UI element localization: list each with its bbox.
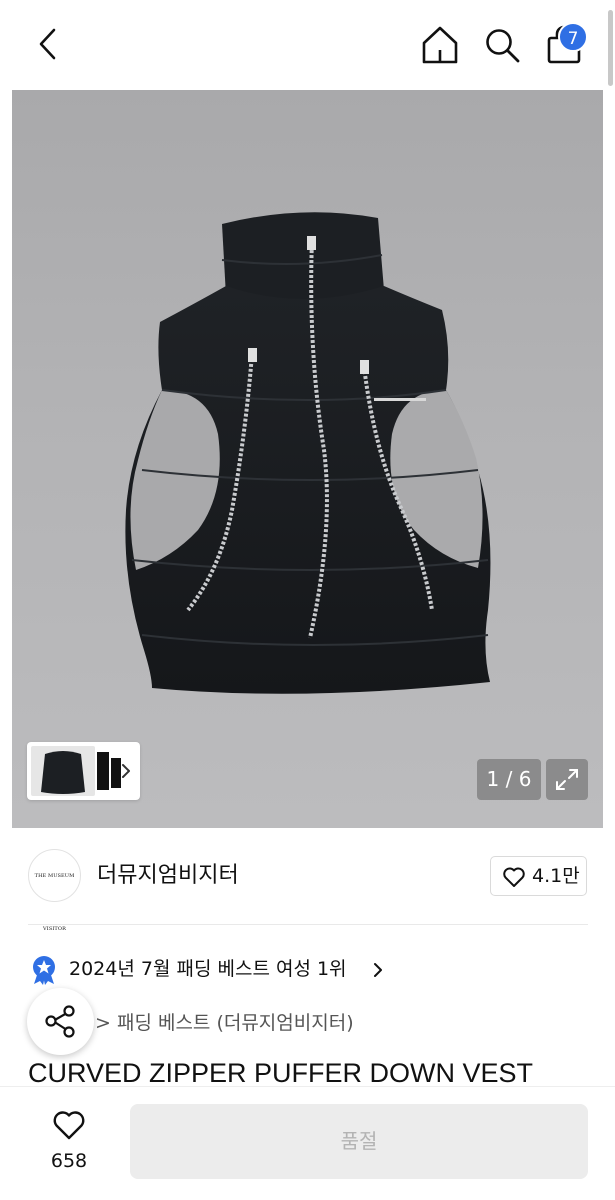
chevron-right-icon[interactable] — [372, 962, 384, 978]
image-counter: 1 / 6 — [477, 759, 541, 800]
heart-icon — [53, 1111, 85, 1140]
divider — [28, 924, 588, 925]
home-icon — [422, 26, 458, 64]
soldout-button[interactable]: 품절 — [130, 1104, 588, 1179]
chevron-right-icon[interactable] — [118, 760, 134, 782]
product-like-count: 658 — [50, 1150, 88, 1172]
product-like-button[interactable]: 658 — [43, 1107, 95, 1177]
search-button[interactable] — [483, 26, 521, 64]
scrollbar[interactable] — [608, 10, 613, 86]
share-button[interactable] — [27, 988, 94, 1055]
brand-like-button[interactable]: 4.1만 — [490, 856, 587, 896]
category-breadcrumb[interactable]: > 패딩 베스트 (더뮤지엄비지터) — [95, 1009, 354, 1037]
top-bar: 7 — [0, 0, 615, 90]
brand-like-count: 4.1만 — [532, 865, 580, 887]
expand-icon — [556, 769, 578, 790]
brand-logo[interactable]: THE MUSEUM VISITOR — [28, 849, 81, 932]
star-badge-icon — [33, 956, 55, 985]
back-button[interactable] — [30, 26, 66, 62]
home-button[interactable] — [420, 24, 460, 66]
share-icon — [45, 1005, 75, 1038]
brand-name[interactable]: 더뮤지엄비지터 — [97, 861, 239, 891]
vest-illustration — [125, 212, 491, 694]
search-icon — [486, 29, 520, 63]
chevron-left-icon — [39, 28, 56, 60]
cart-count-badge: 7 — [558, 22, 588, 52]
heart-icon — [503, 867, 525, 887]
ranking-link[interactable]: 2024년 7월 패딩 베스트 여성 1위 — [69, 955, 347, 983]
thumbnail-image-1[interactable] — [31, 746, 95, 796]
product-image[interactable] — [12, 90, 603, 828]
expand-button[interactable] — [546, 759, 588, 800]
